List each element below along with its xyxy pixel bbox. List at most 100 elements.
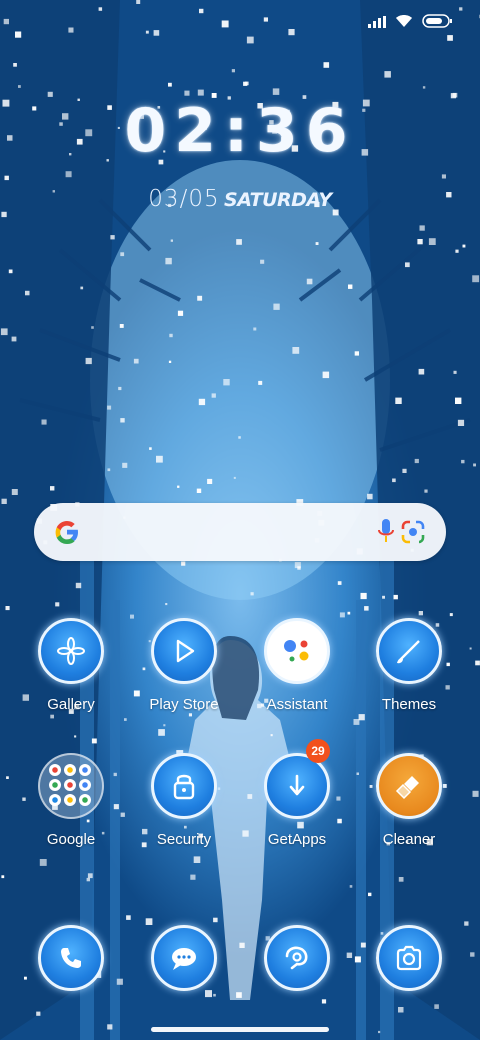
- snowflake: [91, 326, 94, 329]
- app-gallery[interactable]: Gallery: [16, 618, 126, 713]
- snowflake: [428, 238, 436, 245]
- snowflake: [1, 875, 5, 879]
- snowflake: [177, 310, 184, 316]
- cleaner-icon: [376, 753, 442, 819]
- snowflake: [405, 262, 410, 268]
- app-security[interactable]: Security: [129, 753, 239, 848]
- snowflake: [87, 873, 93, 879]
- snowflake: [395, 397, 402, 404]
- dock-phone[interactable]: [16, 925, 126, 991]
- snowflake: [36, 1011, 41, 1016]
- snowflake: [11, 336, 17, 342]
- snowflake: [292, 347, 300, 354]
- dock-camera[interactable]: [354, 925, 464, 991]
- snowflake: [422, 86, 426, 89]
- snowflake: [18, 85, 21, 88]
- themes-icon: [376, 618, 442, 684]
- lens-icon[interactable]: [400, 519, 426, 550]
- snowflake: [339, 612, 345, 618]
- snowflake: [163, 724, 166, 727]
- app-themes[interactable]: Themes: [354, 618, 464, 713]
- snowflake: [168, 82, 172, 87]
- status-bar: [368, 14, 452, 33]
- snowflake: [238, 436, 241, 439]
- snowflake: [213, 993, 216, 997]
- snowflake: [464, 921, 469, 926]
- snowflake: [110, 235, 115, 240]
- snowflake: [419, 225, 425, 231]
- snowflake: [126, 915, 131, 920]
- snowflake: [65, 171, 72, 178]
- clock-time[interactable]: 02:36: [0, 96, 480, 166]
- snowflake: [321, 999, 327, 1004]
- snowflake: [453, 370, 457, 374]
- snowflake: [68, 27, 74, 33]
- snowflake: [177, 485, 180, 488]
- google-search-bar[interactable]: [34, 503, 446, 561]
- snowflake: [193, 856, 201, 863]
- snowflake: [258, 380, 263, 385]
- snowflake: [417, 239, 423, 245]
- app-getapps[interactable]: 29 GetApps: [242, 739, 352, 848]
- snowflake: [8, 269, 13, 274]
- snowflake: [165, 603, 168, 606]
- snowflake: [402, 468, 407, 473]
- app-play-store[interactable]: Play Store: [129, 618, 239, 713]
- snowflake: [398, 877, 404, 882]
- snowflake: [41, 419, 47, 425]
- snowflake: [368, 892, 372, 897]
- snowflake: [80, 286, 84, 290]
- clock-date[interactable]: 03/05 SATURDAY: [0, 186, 480, 212]
- snowflake: [382, 595, 385, 599]
- app-folder-google[interactable]: Google: [16, 753, 126, 848]
- snowflake: [455, 397, 462, 404]
- app-label: Gallery: [47, 696, 95, 713]
- snowflake: [472, 275, 480, 283]
- snowflake: [367, 493, 373, 500]
- snowflake: [165, 257, 172, 265]
- snowflake: [124, 718, 127, 721]
- messages-icon: [151, 925, 217, 991]
- snowflake: [136, 0, 141, 4]
- snowflake: [455, 249, 459, 253]
- google-g-icon: [52, 517, 82, 552]
- snowflake: [253, 327, 257, 331]
- browser-icon: [264, 925, 330, 991]
- snowflake: [156, 455, 163, 463]
- snowflake: [473, 463, 476, 467]
- snowflake: [211, 393, 216, 398]
- app-label: Google: [46, 831, 96, 848]
- snowflake: [118, 386, 122, 391]
- snowflake: [91, 738, 97, 744]
- snowflake: [470, 952, 475, 957]
- app-label: Assistant: [266, 696, 328, 713]
- app-label: Play Store: [149, 696, 219, 713]
- snowflake: [231, 69, 235, 73]
- snowflake: [459, 7, 463, 11]
- wifi-icon: [395, 14, 413, 33]
- snowflake: [86, 877, 90, 882]
- snowflake: [1, 211, 7, 218]
- snowflake: [198, 398, 206, 406]
- app-assistant[interactable]: Assistant: [242, 618, 352, 713]
- snowflake: [13, 63, 17, 67]
- snowflake: [0, 328, 8, 336]
- snowflake: [315, 242, 319, 245]
- snowflake: [246, 36, 254, 44]
- home-indicator[interactable]: [151, 1027, 329, 1032]
- snowflake: [424, 489, 428, 493]
- snowflake: [120, 418, 125, 423]
- snowflake: [145, 30, 149, 34]
- dock-messages[interactable]: [129, 925, 239, 991]
- app-cleaner[interactable]: Cleaner: [354, 753, 464, 848]
- snowflake: [322, 371, 330, 379]
- snowflake: [457, 419, 465, 426]
- snowflake: [434, 1004, 439, 1009]
- dock-browser[interactable]: [242, 925, 352, 991]
- mic-icon[interactable]: [376, 518, 396, 551]
- security-icon: [151, 753, 217, 819]
- snowflake: [107, 405, 112, 410]
- snowflake: [188, 713, 192, 717]
- snowflake: [398, 1007, 404, 1013]
- snowflake: [462, 244, 466, 248]
